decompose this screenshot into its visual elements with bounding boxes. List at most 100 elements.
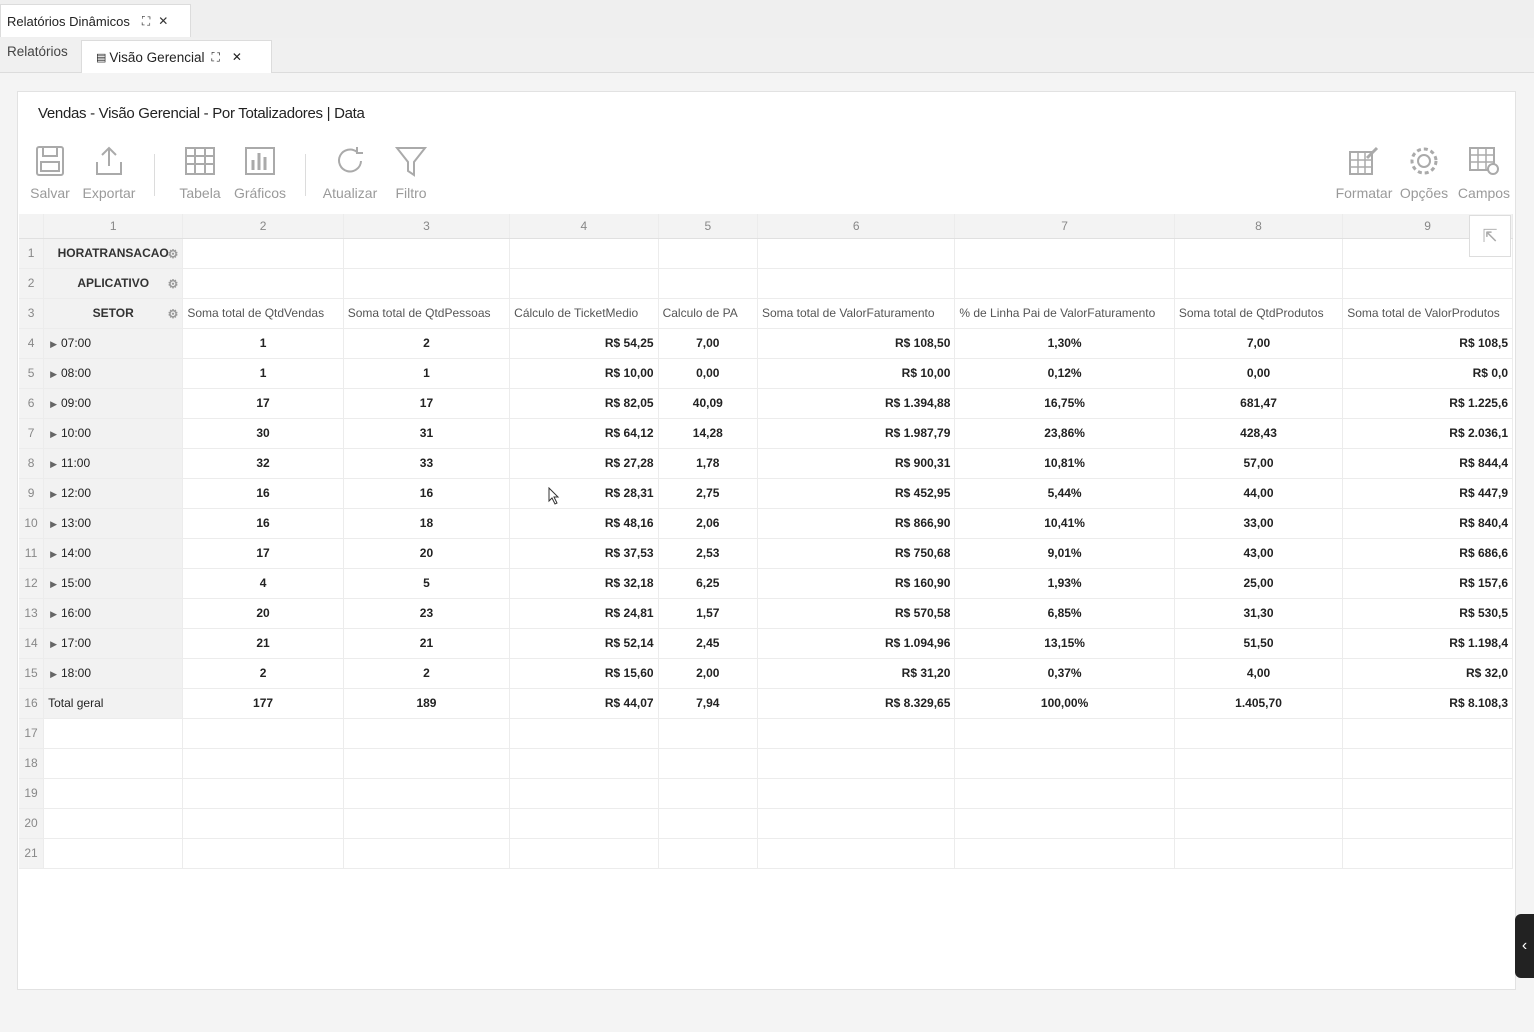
value-cell[interactable]: 0,12% <box>954 358 1175 389</box>
filter-button[interactable]: Filtro <box>381 144 441 201</box>
field-horatransacao[interactable]: HORATRANSACAO ⚙ <box>43 238 184 269</box>
value-cell[interactable]: 5,44% <box>954 478 1175 509</box>
value-cell[interactable]: 16 <box>182 478 344 509</box>
column-number[interactable]: 3 <box>343 214 511 239</box>
column-number[interactable]: 6 <box>757 214 956 239</box>
column-number[interactable]: 2 <box>182 214 344 239</box>
column-header[interactable]: Soma total de ValorProdutos <box>1342 298 1513 329</box>
value-cell[interactable]: R$ 44,07 <box>509 688 659 719</box>
column-number[interactable]: 4 <box>509 214 659 239</box>
column-header[interactable]: Soma total de ValorFaturamento <box>757 298 956 329</box>
value-cell[interactable]: 43,00 <box>1174 538 1344 569</box>
row-label[interactable]: ▶ 12:00 <box>43 478 184 509</box>
value-cell[interactable]: R$ 24,81 <box>509 598 659 629</box>
value-cell[interactable]: 1,93% <box>954 568 1175 599</box>
value-cell[interactable]: 13,15% <box>954 628 1175 659</box>
value-cell[interactable]: 25,00 <box>1174 568 1344 599</box>
value-cell[interactable]: R$ 27,28 <box>509 448 659 479</box>
window-tab[interactable]: Relatórios Dinâmicos ⛶ ✕ <box>0 4 191 37</box>
value-cell[interactable]: 51,50 <box>1174 628 1344 659</box>
value-cell[interactable]: R$ 8.329,65 <box>757 688 956 719</box>
value-cell[interactable]: 17 <box>182 388 344 419</box>
gear-icon[interactable]: ⚙ <box>168 307 179 321</box>
value-cell[interactable]: R$ 15,60 <box>509 658 659 689</box>
value-cell[interactable]: 57,00 <box>1174 448 1344 479</box>
expand-arrow-icon[interactable]: ▶ <box>50 489 57 499</box>
value-cell[interactable]: 4 <box>182 568 344 599</box>
value-cell[interactable]: R$ 1.987,79 <box>757 418 956 449</box>
value-cell[interactable]: 0,00 <box>1174 358 1344 389</box>
options-button[interactable]: Opções <box>1394 144 1454 201</box>
charts-button[interactable]: Gráficos <box>230 144 290 201</box>
value-cell[interactable]: R$ 530,5 <box>1342 598 1513 629</box>
column-number[interactable]: 7 <box>954 214 1175 239</box>
value-cell[interactable]: 6,85% <box>954 598 1175 629</box>
expand-arrow-icon[interactable]: ▶ <box>50 639 57 649</box>
value-cell[interactable]: 2,45 <box>658 628 758 659</box>
value-cell[interactable]: 20 <box>182 598 344 629</box>
expand-arrow-icon[interactable]: ▶ <box>50 459 57 469</box>
row-label[interactable]: ▶ 16:00 <box>43 598 184 629</box>
gear-icon[interactable]: ⚙ <box>168 277 179 291</box>
tab-visao-gerencial[interactable]: ▤ Visão Gerencial ⛶ ✕ <box>81 40 272 73</box>
column-header[interactable]: Soma total de QtdProdutos <box>1174 298 1344 329</box>
value-cell[interactable]: R$ 31,20 <box>757 658 956 689</box>
maximize-icon[interactable]: ⛶ <box>211 50 219 65</box>
value-cell[interactable]: 2,75 <box>658 478 758 509</box>
row-label[interactable]: ▶ 11:00 <box>43 448 184 479</box>
value-cell[interactable]: 9,01% <box>954 538 1175 569</box>
value-cell[interactable]: R$ 452,95 <box>757 478 956 509</box>
value-cell[interactable]: R$ 48,16 <box>509 508 659 539</box>
export-button[interactable]: Exportar <box>79 144 139 201</box>
value-cell[interactable]: 1,78 <box>658 448 758 479</box>
value-cell[interactable]: 1,57 <box>658 598 758 629</box>
value-cell[interactable]: R$ 1.094,96 <box>757 628 956 659</box>
collapse-icon[interactable]: ⇱ <box>1469 215 1511 257</box>
value-cell[interactable]: R$ 1.198,4 <box>1342 628 1513 659</box>
value-cell[interactable]: R$ 866,90 <box>757 508 956 539</box>
row-label[interactable]: ▶ 14:00 <box>43 538 184 569</box>
column-header[interactable]: Soma total de QtdPessoas <box>343 298 511 329</box>
maximize-icon[interactable]: ⛶ <box>142 14 150 29</box>
value-cell[interactable]: 7,00 <box>658 328 758 359</box>
value-cell[interactable]: 20 <box>343 538 511 569</box>
row-label[interactable]: ▶ 13:00 <box>43 508 184 539</box>
value-cell[interactable]: 2 <box>182 658 344 689</box>
value-cell[interactable]: 33 <box>343 448 511 479</box>
value-cell[interactable]: 2 <box>343 658 511 689</box>
column-header[interactable]: Cálculo de TicketMedio <box>509 298 659 329</box>
column-header[interactable]: % de Linha Pai de ValorFaturamento <box>954 298 1175 329</box>
table-button[interactable]: Tabela <box>170 144 230 201</box>
value-cell[interactable]: 6,25 <box>658 568 758 599</box>
value-cell[interactable]: R$ 108,50 <box>757 328 956 359</box>
value-cell[interactable]: 21 <box>343 628 511 659</box>
close-icon[interactable]: ✕ <box>158 14 168 28</box>
side-panel-toggle[interactable]: ‹ <box>1515 914 1534 978</box>
column-header[interactable]: Soma total de QtdVendas <box>182 298 344 329</box>
field-aplicativo[interactable]: APLICATIVO ⚙ <box>43 268 184 299</box>
value-cell[interactable]: R$ 2.036,1 <box>1342 418 1513 449</box>
value-cell[interactable]: 2,00 <box>658 658 758 689</box>
value-cell[interactable]: R$ 750,68 <box>757 538 956 569</box>
refresh-button[interactable]: Atualizar <box>320 144 380 201</box>
value-cell[interactable]: 1 <box>343 358 511 389</box>
value-cell[interactable]: 0,00 <box>658 358 758 389</box>
value-cell[interactable]: R$ 108,5 <box>1342 328 1513 359</box>
value-cell[interactable]: R$ 1.225,6 <box>1342 388 1513 419</box>
row-label[interactable]: ▶ 10:00 <box>43 418 184 449</box>
value-cell[interactable]: 1 <box>182 358 344 389</box>
value-cell[interactable]: 100,00% <box>954 688 1175 719</box>
row-label[interactable]: ▶ 07:00 <box>43 328 184 359</box>
value-cell[interactable]: 681,47 <box>1174 388 1344 419</box>
value-cell[interactable]: R$ 82,05 <box>509 388 659 419</box>
value-cell[interactable]: 30 <box>182 418 344 449</box>
expand-arrow-icon[interactable]: ▶ <box>50 429 57 439</box>
value-cell[interactable]: R$ 1.394,88 <box>757 388 956 419</box>
value-cell[interactable]: 31 <box>343 418 511 449</box>
value-cell[interactable]: 2 <box>343 328 511 359</box>
column-number[interactable]: 5 <box>658 214 758 239</box>
value-cell[interactable]: 7,00 <box>1174 328 1344 359</box>
value-cell[interactable]: 21 <box>182 628 344 659</box>
value-cell[interactable]: 2,53 <box>658 538 758 569</box>
value-cell[interactable]: R$ 52,14 <box>509 628 659 659</box>
